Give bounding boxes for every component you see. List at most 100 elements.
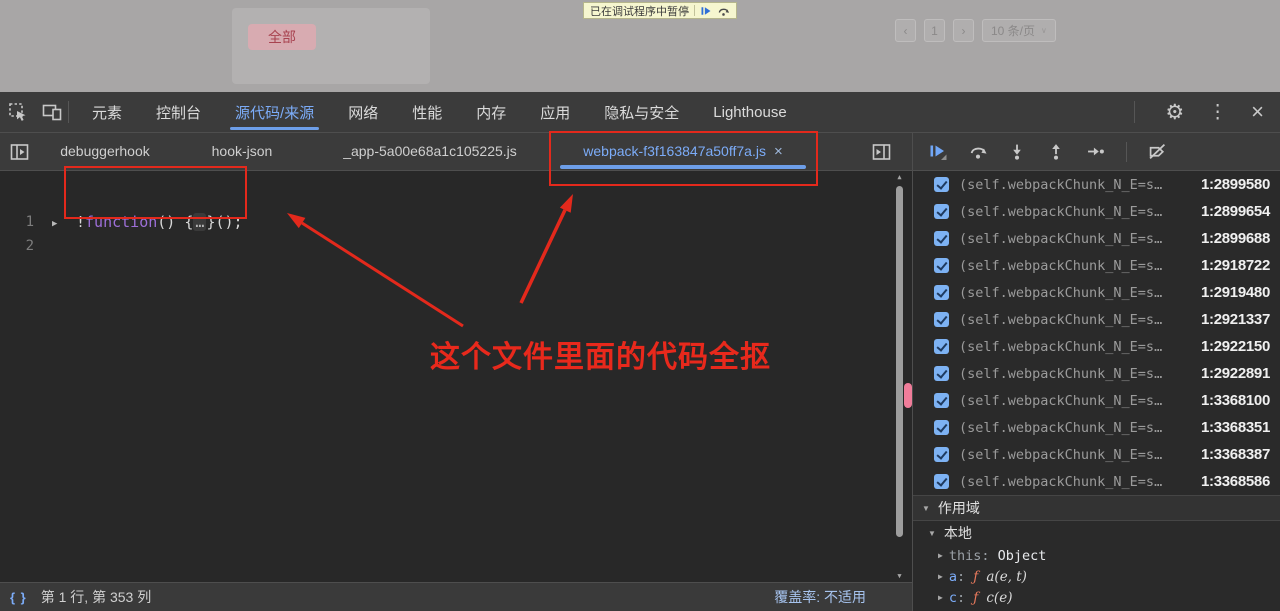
file-tab-webpack-js[interactable]: webpack-f3f163847a50ff7a.js ×: [552, 133, 814, 171]
scope-entry-this[interactable]: ▶ this: Object: [913, 545, 1280, 566]
breakpoint-row[interactable]: (self.webpackChunk_N_E=s… 1:2921337: [913, 306, 1280, 333]
breakpoint-location: 1:2899654: [1201, 203, 1270, 220]
pretty-print-icon[interactable]: { }: [10, 590, 27, 605]
show-navigator-icon[interactable]: [10, 143, 29, 161]
breakpoint-location: 1:2899688: [1201, 230, 1270, 247]
variable-value: c(e): [986, 590, 1012, 606]
step-over-icon[interactable]: [969, 143, 987, 160]
toggle-debugger-sidebar-icon[interactable]: [872, 143, 891, 161]
tab-network[interactable]: 网络: [331, 92, 395, 132]
variable-name: c: [949, 590, 957, 606]
keyword-function: function: [85, 213, 157, 231]
breakpoint-checkbox[interactable]: [934, 177, 949, 192]
line-number[interactable]: 1: [0, 214, 34, 230]
code-fold-arrow-icon[interactable]: ▶: [52, 219, 57, 229]
page-background: 全部 已在调试程序中暂停 ‹ 1 › 10 条/页 ∨: [0, 0, 1280, 92]
breakpoint-row[interactable]: (self.webpackChunk_N_E=s… 1:3368351: [913, 414, 1280, 441]
breakpoint-condition: (self.webpackChunk_N_E=s…: [959, 474, 1201, 490]
folded-code-marker[interactable]: …: [193, 213, 206, 231]
breakpoint-row[interactable]: (self.webpackChunk_N_E=s… 1:2922891: [913, 360, 1280, 387]
breakpoint-condition: (self.webpackChunk_N_E=s…: [959, 204, 1201, 220]
breakpoint-row[interactable]: (self.webpackChunk_N_E=s… 1:3368586: [913, 468, 1280, 495]
breakpoint-row[interactable]: (self.webpackChunk_N_E=s… 1:2899654: [913, 198, 1280, 225]
scroll-down-icon[interactable]: ▼: [895, 572, 904, 580]
breakpoint-checkbox[interactable]: [934, 258, 949, 273]
breakpoint-checkbox[interactable]: [934, 447, 949, 462]
breakpoint-checkbox[interactable]: [934, 339, 949, 354]
sidebar-scrollbar-thumb[interactable]: [904, 383, 912, 408]
next-page-button[interactable]: ›: [953, 19, 974, 42]
all-filter-button[interactable]: 全部: [248, 24, 316, 50]
scope-entry-a[interactable]: ▶ a: ƒ a(e, t): [913, 566, 1280, 587]
line-number[interactable]: 2: [0, 238, 34, 254]
scope-section-header[interactable]: ▼ 作用域: [913, 495, 1280, 521]
step-into-icon[interactable]: [1008, 143, 1026, 160]
editor-scrollbar[interactable]: ▲ ▼: [895, 171, 904, 582]
tab-lighthouse[interactable]: Lighthouse: [696, 92, 803, 132]
breakpoint-location: 1:2921337: [1201, 311, 1270, 328]
resume-script-icon[interactable]: [700, 5, 712, 17]
prev-page-button[interactable]: ‹: [895, 19, 916, 42]
tab-sources[interactable]: 源代码/来源: [218, 92, 331, 132]
tab-privacy-security[interactable]: 隐私与安全: [587, 92, 696, 132]
breakpoint-location: 1:2922150: [1201, 338, 1270, 355]
scroll-up-icon[interactable]: ▲: [895, 173, 904, 181]
tab-performance[interactable]: 性能: [395, 92, 459, 132]
close-tab-icon[interactable]: ×: [774, 143, 783, 160]
breakpoint-condition: (self.webpackChunk_N_E=s…: [959, 339, 1201, 355]
breakpoint-row[interactable]: (self.webpackChunk_N_E=s… 1:2922150: [913, 333, 1280, 360]
breakpoint-checkbox[interactable]: [934, 285, 949, 300]
device-toolbar-icon[interactable]: [42, 103, 62, 121]
close-devtools-icon[interactable]: ×: [1251, 101, 1264, 123]
breakpoint-checkbox[interactable]: [934, 420, 949, 435]
breakpoint-checkbox[interactable]: [934, 231, 949, 246]
current-page-box[interactable]: 1: [924, 19, 945, 42]
deactivate-breakpoints-icon[interactable]: [1148, 143, 1167, 160]
breakpoint-checkbox[interactable]: [934, 204, 949, 219]
file-tab-webpack-label: webpack-f3f163847a50ff7a.js: [583, 143, 766, 159]
tab-elements[interactable]: 元素: [75, 92, 139, 132]
breakpoint-row[interactable]: (self.webpackChunk_N_E=s… 1:2918722: [913, 252, 1280, 279]
coverage-status[interactable]: 覆盖率: 不适用: [774, 587, 912, 607]
variable-name: this: [949, 548, 982, 564]
breakpoint-location: 1:2922891: [1201, 365, 1270, 382]
breakpoint-row[interactable]: (self.webpackChunk_N_E=s… 1:2899580: [913, 171, 1280, 198]
kebab-menu-icon[interactable]: ⋮: [1208, 103, 1227, 122]
breakpoint-checkbox[interactable]: [934, 312, 949, 327]
breakpoint-location: 1:2919480: [1201, 284, 1270, 301]
variable-name: a: [949, 569, 957, 585]
tab-memory[interactable]: 内存: [459, 92, 523, 132]
breakpoint-row[interactable]: (self.webpackChunk_N_E=s… 1:3368387: [913, 441, 1280, 468]
breakpoint-row[interactable]: (self.webpackChunk_N_E=s… 1:2919480: [913, 279, 1280, 306]
file-tab-app-js[interactable]: _app-5a00e68a1c105225.js: [300, 133, 560, 171]
step-out-icon[interactable]: [1047, 143, 1065, 160]
breakpoint-condition: (self.webpackChunk_N_E=s…: [959, 285, 1201, 301]
pagination: ‹ 1 › 10 条/页 ∨: [895, 19, 1056, 42]
gear-icon[interactable]: ⚙: [1165, 102, 1184, 123]
tab-application[interactable]: 应用: [523, 92, 587, 132]
breakpoints-list: (self.webpackChunk_N_E=s… 1:2899580 (sel…: [913, 171, 1280, 495]
file-tab-hook-json[interactable]: hook-json: [190, 133, 294, 171]
breakpoint-location: 1:3368586: [1201, 473, 1270, 490]
breakpoint-location: 1:2918722: [1201, 257, 1270, 274]
scope-entry-c[interactable]: ▶ c: ƒ c(e): [913, 587, 1280, 608]
inspect-element-icon[interactable]: [8, 102, 28, 122]
debugger-sidebar: (self.webpackChunk_N_E=s… 1:2899580 (sel…: [913, 133, 1280, 611]
step-icon[interactable]: [1086, 143, 1105, 160]
resume-script-execution-icon[interactable]: [929, 143, 948, 161]
variable-value: Object: [998, 548, 1047, 564]
breakpoint-row[interactable]: (self.webpackChunk_N_E=s… 1:3368100: [913, 387, 1280, 414]
file-tab-debuggerhook[interactable]: debuggerhook: [30, 133, 180, 171]
breakpoint-checkbox[interactable]: [934, 366, 949, 381]
breakpoint-checkbox[interactable]: [934, 393, 949, 408]
sources-pane: debuggerhook hook-json _app-5a00e68a1c10…: [0, 133, 913, 611]
breakpoint-checkbox[interactable]: [934, 474, 949, 489]
local-scope-header[interactable]: ▼ 本地: [913, 521, 1280, 545]
page-size-select[interactable]: 10 条/页 ∨: [982, 19, 1056, 42]
code-editor[interactable]: 1 2 ▶ !function() {…}(); ▲ ▼: [0, 171, 912, 582]
step-over-toast-icon[interactable]: [717, 5, 730, 17]
breakpoint-row[interactable]: (self.webpackChunk_N_E=s… 1:2899688: [913, 225, 1280, 252]
triangle-right-icon: ▶: [938, 593, 943, 602]
editor-scrollbar-thumb[interactable]: [896, 186, 903, 537]
tab-console[interactable]: 控制台: [139, 92, 218, 132]
